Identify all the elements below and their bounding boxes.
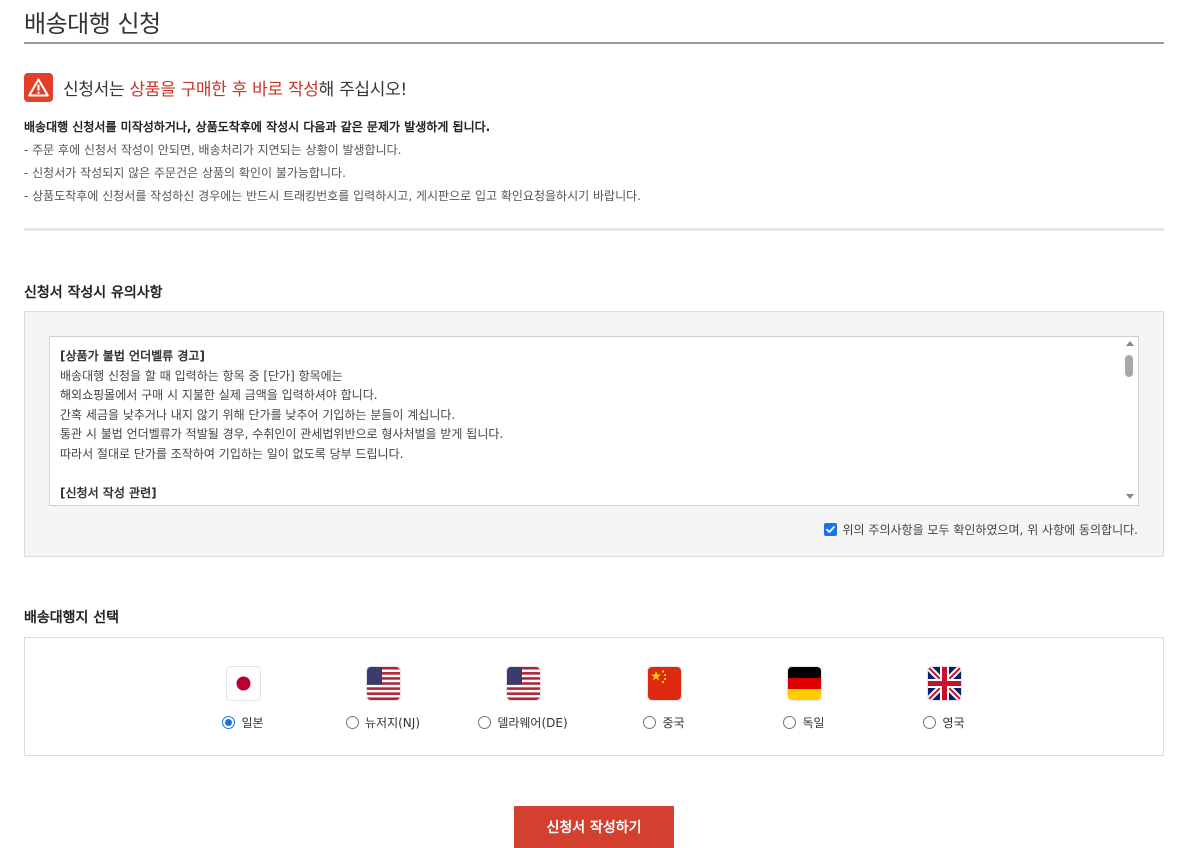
- uk-flag-icon[interactable]: [927, 667, 961, 700]
- warning-highlight: 상품을 구매한 후 바로 작성: [129, 79, 319, 100]
- title-divider: [24, 42, 1164, 44]
- notice-line: - 상품도착후에 신청서를 작성하신 경우에는 반드시 트래킹번호를 입력하시고…: [24, 189, 641, 203]
- terms-line: 통관 시 불법 언더벨류가 적발될 경우, 수취인이 관세법위반으로 형사처벌을…: [60, 427, 504, 442]
- destination-radio[interactable]: [923, 716, 937, 729]
- destination-option-delaware[interactable]: 델라웨어(DE): [468, 667, 578, 731]
- scroll-up-arrow-icon[interactable]: [1126, 341, 1134, 346]
- terms-heading: [상품가 불법 언더벨류 경고]: [60, 349, 205, 363]
- usa-flag-icon[interactable]: [506, 667, 540, 700]
- notice-line: - 신청서가 작성되지 않은 주문건은 상품의 확인이 불가능합니다.: [24, 166, 346, 180]
- terms-textbox[interactable]: [상품가 불법 언더벨류 경고] 배송대행 신청을 할 때 입력하는 항목 중 …: [49, 336, 1139, 506]
- warning-prefix: 신청서는: [63, 79, 130, 100]
- china-flag-icon[interactable]: [647, 667, 681, 700]
- notice-line: - 주문 후에 신청서 작성이 안되면, 배송처리가 지연되는 상황이 발생합니…: [24, 143, 402, 157]
- notice-divider: [24, 228, 1164, 231]
- agree-row[interactable]: 위의 주의사항을 모두 확인하였으며, 위 사항에 동의합니다.: [823, 521, 1138, 538]
- destination-label[interactable]: 중국: [662, 714, 684, 731]
- germany-flag-icon[interactable]: [787, 667, 821, 700]
- terms-line: 간혹 세금을 낮추거나 내지 않기 위해 단가를 낮추어 기입하는 분들이 계십…: [60, 407, 456, 422]
- checkmark-icon: [825, 526, 835, 533]
- warning-banner: 신청서는 상품을 구매한 후 바로 작성해 주십시오!: [24, 72, 407, 102]
- japan-flag-icon[interactable]: [226, 667, 260, 700]
- destination-panel: 일본 뉴저지(NJ) 델라웨어(DE) 중국 독일 영국: [24, 637, 1164, 756]
- destination-option-uk[interactable]: 영국: [889, 667, 999, 731]
- terms-heading: [신청서 작성 관련]: [60, 486, 157, 501]
- warning-message: 신청서는 상품을 구매한 후 바로 작성해 주십시오!: [63, 75, 407, 100]
- terms-scrollbar[interactable]: [1121, 337, 1138, 505]
- warning-suffix: 해 주십시오!: [318, 79, 408, 100]
- destination-label[interactable]: 일본: [241, 714, 263, 731]
- notice-block: 배송대행 신청서를 미작성하거나, 상품도착후에 작성시 다음과 같은 문제가 …: [24, 118, 1164, 210]
- destination-radio[interactable]: [783, 716, 797, 729]
- notice-heading: 배송대행 신청서를 미작성하거나, 상품도착후에 작성시 다음과 같은 문제가 …: [24, 120, 491, 134]
- terms-content: [상품가 불법 언더벨류 경고] 배송대행 신청을 할 때 입력하는 항목 중 …: [60, 347, 1110, 504]
- destination-option-germany[interactable]: 독일: [749, 667, 859, 731]
- terms-section-title: 신청서 작성시 유의사항: [24, 285, 163, 301]
- destination-radio[interactable]: [346, 716, 359, 729]
- destination-radio[interactable]: [643, 716, 657, 729]
- terms-line: 배송대행 신청을 할 때 입력하는 항목 중 [단가] 항목에는: [60, 368, 343, 383]
- destination-option-japan[interactable]: 일본: [188, 667, 298, 731]
- usa-flag-icon[interactable]: [366, 667, 400, 700]
- terms-spacer: [60, 465, 1110, 485]
- terms-line: 따라서 절대로 단가를 조작하여 기입하는 일이 없도록 당부 드립니다.: [60, 446, 404, 461]
- destination-label[interactable]: 독일: [802, 714, 824, 731]
- agree-checkbox[interactable]: [823, 523, 837, 536]
- terms-line: 해외쇼핑몰에서 구매 시 지불한 실제 금액을 입력하셔야 합니다.: [60, 388, 378, 403]
- destination-label[interactable]: 델라웨어(DE): [497, 714, 567, 731]
- scroll-down-arrow-icon[interactable]: [1126, 494, 1134, 499]
- warning-triangle-icon: [24, 72, 53, 102]
- destination-radio[interactable]: [478, 716, 492, 729]
- destination-option-china[interactable]: 중국: [609, 667, 719, 731]
- destination-label[interactable]: 영국: [942, 714, 964, 731]
- page-title: 배송대행 신청: [24, 10, 161, 38]
- destination-radio[interactable]: [222, 716, 236, 729]
- scroll-thumb[interactable]: [1125, 355, 1133, 377]
- destination-section-title: 배송대행지 선택: [24, 610, 120, 626]
- destination-option-newjersey[interactable]: 뉴저지(NJ): [328, 667, 438, 731]
- submit-application-button[interactable]: 신청서 작성하기: [514, 806, 674, 848]
- terms-panel: [상품가 불법 언더벨류 경고] 배송대행 신청을 할 때 입력하는 항목 중 …: [24, 311, 1164, 557]
- agree-label[interactable]: 위의 주의사항을 모두 확인하였으며, 위 사항에 동의합니다.: [843, 521, 1138, 538]
- destination-label[interactable]: 뉴저지(NJ): [365, 714, 420, 731]
